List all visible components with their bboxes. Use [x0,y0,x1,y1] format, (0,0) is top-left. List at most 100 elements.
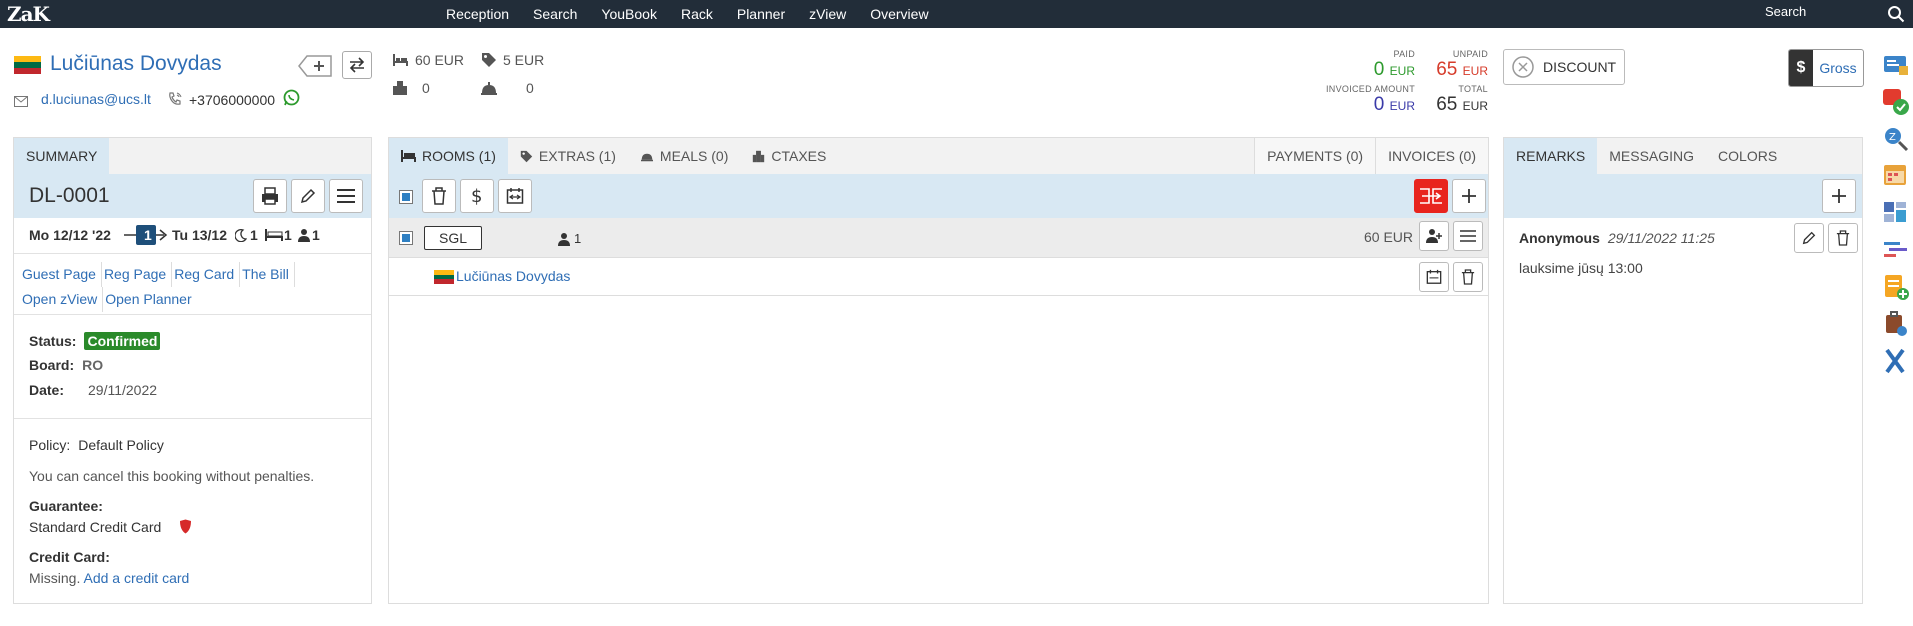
rooms-tabbar: ROOMS (1) EXTRAS (1) MEALS (0) CTAXES PA… [389,138,1488,174]
excel-export-icon[interactable] [1881,346,1911,376]
hamburger-icon [1460,230,1476,242]
zak-logo[interactable]: ZaK [7,2,50,26]
price-button[interactable]: $ [460,179,494,213]
reg-card-link[interactable]: Reg Card [174,262,241,287]
service-bell-icon [640,153,653,162]
paid-block: PAID 0 EUR [1300,49,1415,81]
delete-button[interactable] [422,179,456,213]
tab-ctaxes[interactable]: CTAXES [740,138,838,174]
summary-menu-button[interactable] [329,179,363,213]
swap-guest-button[interactable] [342,51,372,79]
reg-page-link[interactable]: Reg Page [104,262,173,287]
luggage-icon[interactable] [1881,309,1911,339]
nav-zview[interactable]: zView [809,0,846,28]
add-remark-button[interactable] [1822,179,1856,213]
trash-icon [1461,269,1475,285]
timeline-bars-icon[interactable] [1881,235,1911,265]
tab-invoices[interactable]: INVOICES (0) [1375,138,1488,174]
open-planner-link[interactable]: Open Planner [105,287,196,312]
summary-toolbar: DL-0001 [14,174,371,218]
room-menu-button[interactable] [1453,221,1483,251]
tab-colors[interactable]: COLORS [1706,138,1789,174]
gross-label: Gross [1819,60,1857,76]
edit-booking-button[interactable] [291,179,325,213]
summary-tabbar: SUMMARY [14,138,371,174]
select-all-checkbox[interactable] [399,190,413,204]
add-guest-button[interactable] [1419,221,1449,251]
lithuania-flag-icon [14,56,41,74]
nav-search[interactable]: Search [533,0,577,28]
zak-search-icon[interactable]: Z [1881,124,1911,154]
rooms-panel: ROOMS (1) EXTRAS (1) MEALS (0) CTAXES PA… [388,137,1489,604]
total-block: TOTAL 65 EUR [1415,84,1488,116]
edit-remark-button[interactable] [1794,223,1824,253]
discount-button[interactable]: DISCOUNT [1503,49,1625,85]
unpaid-amount: 65 EUR [1436,59,1488,80]
whatsapp-icon[interactable] [283,89,300,106]
paid-label: PAID [1393,49,1415,59]
dashboard-blocks-icon[interactable] [1881,198,1911,228]
id-card-icon[interactable] [1881,50,1911,80]
nav-rack[interactable]: Rack [681,0,713,28]
tab-extras[interactable]: EXTRAS (1) [508,138,628,174]
remark-author: Anonymous [1519,230,1600,246]
remark-text: lauksime jūsų 13:00 [1519,260,1643,276]
top-navbar: ZaK Reception Search YouBook Rack Planne… [0,0,1913,28]
room-price-stat: 60 EUR [392,52,464,68]
nav-planner[interactable]: Planner [737,0,785,28]
open-zview-link[interactable]: Open zView [22,287,104,312]
invoiced-block: INVOICED AMOUNT 0 EUR [1300,84,1415,116]
tab-remarks[interactable]: REMARKS [1504,138,1598,174]
guest-email-link[interactable]: d.luciunas@ucs.lt [41,91,151,107]
room-guest-name-link[interactable]: Lučiūnas Dovydas [456,268,570,284]
guest-name-link[interactable]: Lučiūnas Dovydas [50,52,222,76]
the-bill-link[interactable]: The Bill [242,262,295,287]
nav-overview[interactable]: Overview [870,0,928,28]
person-icon [558,233,570,246]
split-room-button[interactable] [1414,179,1448,213]
credit-card-label: Credit Card: [29,549,110,565]
guest-page-link[interactable]: Guest Page [22,262,102,287]
print-button[interactable] [253,179,287,213]
split-icon [1420,188,1442,204]
moon-icon [235,229,247,242]
add-document-icon[interactable] [1881,272,1911,302]
remove-guest-button[interactable] [1453,262,1483,292]
credit-card-row: Missing. Add a credit card [29,570,190,586]
add-tag-button[interactable] [298,53,333,79]
guest-dates-button[interactable] [1419,262,1449,292]
guests-count: 1 [312,227,320,243]
nav-reception[interactable]: Reception [446,0,509,28]
tab-summary[interactable]: SUMMARY [14,138,110,174]
delete-remark-button[interactable] [1828,223,1858,253]
add-room-button[interactable] [1452,179,1486,213]
add-person-icon [1426,229,1442,243]
check-badge-icon[interactable] [1881,87,1911,117]
plus-icon [1462,189,1476,203]
divider [14,314,371,315]
room-checkbox[interactable] [399,231,413,245]
tab-rooms[interactable]: ROOMS (1) [389,138,508,174]
remark-header: Anonymous 29/11/2022 11:25 [1519,230,1715,246]
tab-messaging[interactable]: MESSAGING [1597,138,1706,174]
tab-payments[interactable]: PAYMENTS (0) [1254,138,1376,174]
booking-links: Guest Page Reg Page Reg Card The Bill Open … [22,262,302,312]
gross-toggle-button[interactable]: $ Gross [1788,49,1864,87]
search-icon[interactable] [1887,5,1905,23]
add-credit-card-link[interactable]: Add a credit card [83,570,189,586]
printer-icon [262,187,278,205]
trash-icon [432,187,446,205]
calendar-grid-icon[interactable] [1881,161,1911,191]
room-type-badge[interactable]: SGL [424,226,482,250]
global-search-label[interactable]: Search [1765,4,1806,19]
policy-row: Policy: Default Policy [29,437,164,453]
rooms-count: 1 [284,227,292,243]
guarantee-value: Standard Credit Card [29,519,162,535]
nav-youbook[interactable]: YouBook [601,0,657,28]
lithuania-flag-icon [434,270,454,284]
tab-meals[interactable]: MEALS (0) [628,138,740,174]
booking-code: DL-0001 [29,184,110,207]
change-dates-button[interactable] [498,179,532,213]
stay-dates-row: Mo 12/12 '22 1 Tu 13/12 1 1 1 [14,218,371,254]
right-tools-strip: Z [1876,50,1913,383]
